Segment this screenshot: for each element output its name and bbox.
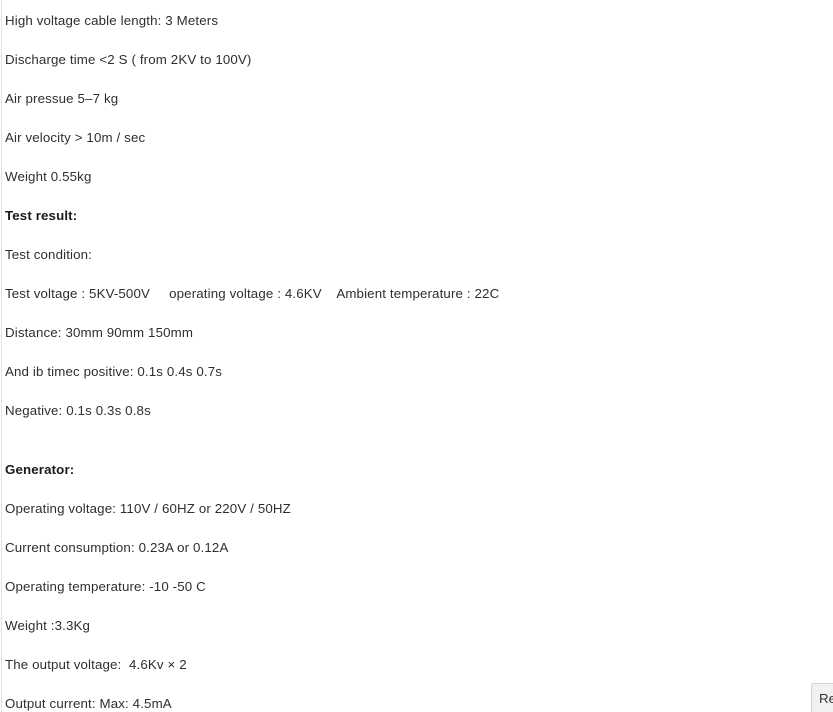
section-heading: Test result: [5,208,78,223]
spec-line: Negative: 0.1s 0.3s 0.8s [5,403,151,418]
spec-line: Air pressue 5–7 kg [5,91,119,106]
spec-line: Current consumption: 0.23A or 0.12A [5,540,229,555]
spec-line: Distance: 30mm 90mm 150mm [5,325,194,340]
spec-line: Air velocity > 10m / sec [5,130,146,145]
spec-line: Operating temperature: -10 -50 C [5,579,206,594]
spec-line: Test voltage : 5KV-500V operating voltag… [5,286,500,301]
spec-line: Operating voltage: 110V / 60HZ or 220V /… [5,501,291,516]
corner-action-button[interactable]: Re [811,683,833,712]
spec-line: Weight :3.3Kg [5,618,91,633]
spec-line: Weight 0.55kg [5,169,92,184]
spec-line: And ib timec positive: 0.1s 0.4s 0.7s [5,364,223,379]
page-left-edge-rule [1,0,2,712]
section-heading: Generator: [5,462,75,477]
spec-line: The output voltage: 4.6Kv × 2 [5,657,187,672]
spec-line: High voltage cable length: 3 Meters [5,13,219,28]
spec-line: Test condition: [5,247,92,262]
spec-line: Discharge time <2 S ( from 2KV to 100V) [5,52,252,67]
spec-line: Output current: Max: 4.5mA [5,696,172,711]
